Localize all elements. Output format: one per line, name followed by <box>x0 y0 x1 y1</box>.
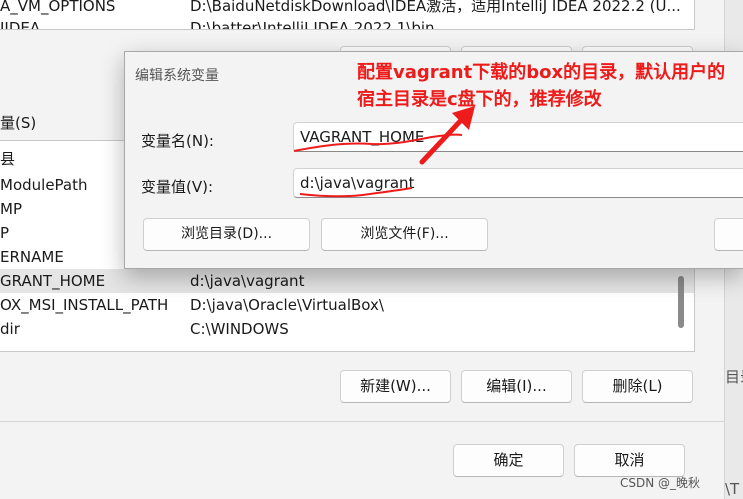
user-variables-list: A_VM_OPTIONS D:\BaiduNetdiskDownload\IDE… <box>0 0 695 30</box>
variable-name-cell: IIDEA <box>0 19 41 30</box>
annotation-line: 配置vagrant下载的box的目录，默认用户的 <box>357 62 726 83</box>
browse-directory-button[interactable]: 浏览目录(D)... <box>143 218 310 251</box>
table-row[interactable]: dir C:\WINDOWS <box>0 317 694 341</box>
background-text: \T <box>725 480 740 498</box>
watermark: CSDN @_晚秋 <box>620 476 701 490</box>
table-row[interactable]: IIDEA D:\batter\IntelliJ IDEA 2022.1\bin <box>0 16 694 30</box>
system-variables-label: 量(S) <box>0 114 37 132</box>
variable-value-cell: d:\java\vagrant <box>190 272 305 290</box>
cancel-button[interactable]: 取消 <box>574 444 685 477</box>
variable-value-cell: D:\java\Oracle\VirtualBox\ <box>190 296 384 314</box>
variable-value-input[interactable] <box>293 168 743 198</box>
table-row[interactable]: OX_MSI_INSTALL_PATH D:\java\Oracle\Virtu… <box>0 293 694 317</box>
variable-value-cell: C:\WINDOWS <box>190 320 289 338</box>
dialog-title: 编辑系统变量 <box>135 68 219 84</box>
variable-name-input[interactable] <box>293 122 743 152</box>
variable-name-cell: P <box>0 224 10 242</box>
browse-file-button[interactable]: 浏览文件(F)... <box>321 218 488 251</box>
delete-button[interactable]: 删除(L) <box>582 370 693 403</box>
divider <box>0 421 724 422</box>
variable-value-label: 变量值(V): <box>141 178 214 196</box>
edit-button[interactable]: 编辑(I)... <box>461 370 572 403</box>
list-scrollbar-thumb[interactable] <box>678 276 684 328</box>
variable-name-cell: ModulePath <box>0 176 88 194</box>
variable-name-cell: GRANT_HOME <box>0 272 106 290</box>
dialog-action-button[interactable] <box>714 218 743 251</box>
background-text: 目录 <box>725 368 743 386</box>
annotation-line: 宿主目录是c盘下的，推荐修改 <box>357 89 602 110</box>
variable-name-cell: MP <box>0 200 22 218</box>
variable-name-cell: dir <box>0 320 20 338</box>
variable-name-label: 变量名(N): <box>141 132 214 150</box>
variable-value-cell: D:\batter\IntelliJ IDEA 2022.1\bin <box>190 19 435 30</box>
new-button[interactable]: 新建(W)... <box>340 370 451 403</box>
variable-name-cell: ERNAME <box>0 248 64 266</box>
variable-name-cell: 县 <box>0 150 16 168</box>
variable-name-cell: OX_MSI_INSTALL_PATH <box>0 296 169 314</box>
ok-button[interactable]: 确定 <box>453 444 564 477</box>
red-annotation-text: 配置vagrant下载的box的目录，默认用户的 宿主目录是c盘下的，推荐修改 <box>357 59 725 113</box>
table-row-selected[interactable]: GRANT_HOME d:\java\vagrant <box>0 269 694 293</box>
